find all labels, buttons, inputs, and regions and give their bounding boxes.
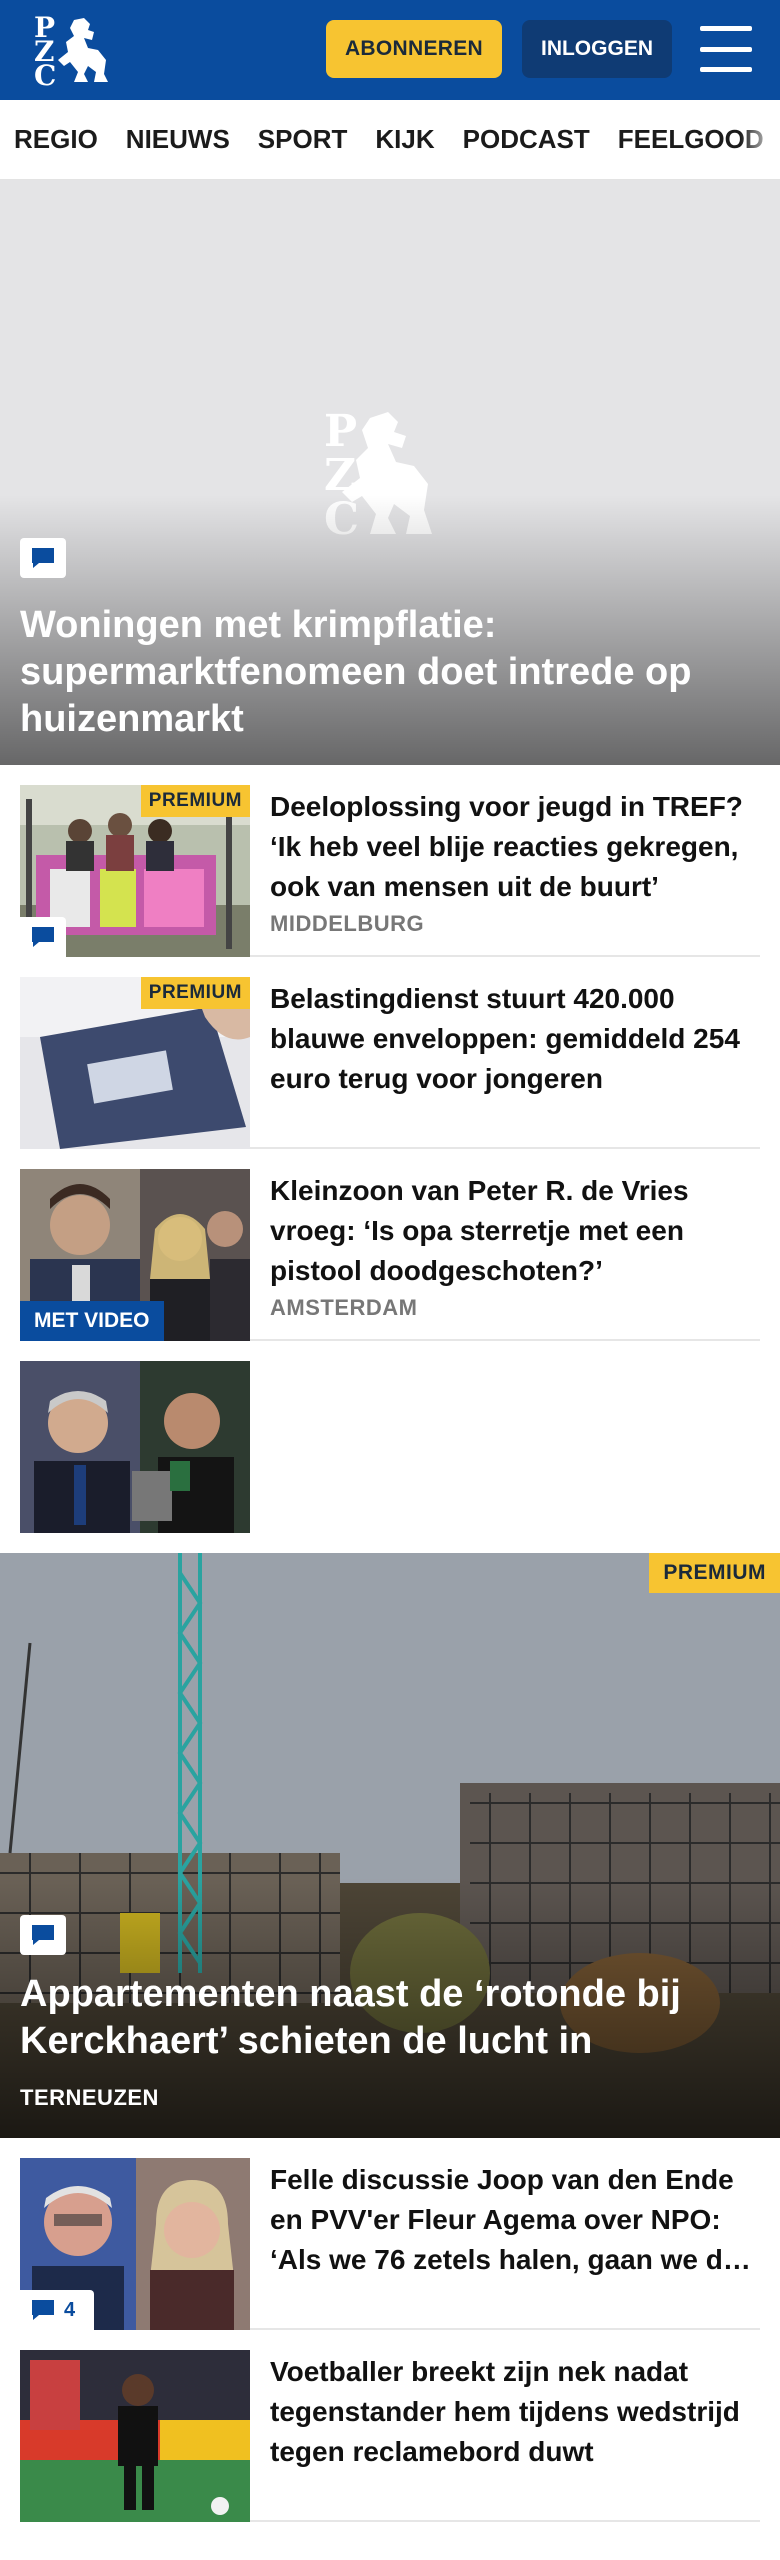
comment-icon xyxy=(32,2300,54,2320)
featured-article[interactable]: PREMIUM Appartementen naast de ‘rotonde … xyxy=(0,1553,780,2138)
hero-headline[interactable]: Woningen met krimpflatie: supermarktfeno… xyxy=(20,602,750,743)
section-nav: REGIO NIEUWS SPORT KIJK PODCAST FEELGOOD xyxy=(0,100,780,180)
article-thumbnail xyxy=(20,1361,250,1533)
article-headline[interactable]: Deeloplossing voor jeugd in TREF? ‘Ik he… xyxy=(270,787,760,907)
nav-item-sport[interactable]: SPORT xyxy=(244,124,362,155)
nav-item-podcast[interactable]: PODCAST xyxy=(449,124,604,155)
subscribe-button[interactable]: ABONNEREN xyxy=(326,20,502,78)
comment-icon xyxy=(32,1925,54,1945)
article-thumbnail: MET VIDEO xyxy=(20,1169,250,1341)
list-item[interactable]: PREMIUM Deeloplossing voor jeugd in TREF… xyxy=(20,765,760,957)
list-item[interactable]: PREMIUM Belastingdienst stuurt 420.000 b… xyxy=(20,957,760,1149)
premium-badge: PREMIUM xyxy=(649,1553,780,1593)
article-headline[interactable]: Belastingdienst stuurt 420.000 blauwe en… xyxy=(270,979,760,1099)
list-item[interactable]: Voetballer breekt zijn nek nadat tegenst… xyxy=(20,2330,760,2522)
comment-badge xyxy=(20,538,66,578)
featured-location-tag: TERNEUZEN xyxy=(20,2085,159,2110)
article-location-tag: AMSTERDAM xyxy=(270,1295,418,1320)
pzc-logo[interactable]: P Z C xyxy=(30,12,112,92)
video-badge: MET VIDEO xyxy=(20,1301,164,1341)
lion-icon xyxy=(58,18,108,82)
hero-article[interactable]: P Z C Woningen met krimpflatie: supermar… xyxy=(0,180,780,765)
article-location-tag: MIDDELBURG xyxy=(270,911,425,936)
list-item[interactable]: 4 Felle discussie Joop van den Ende en P… xyxy=(20,2138,760,2330)
nav-item-nieuws[interactable]: NIEUWS xyxy=(112,124,244,155)
article-headline[interactable]: Voetballer breekt zijn nek nadat tegenst… xyxy=(270,2352,760,2472)
article-thumbnail: 4 xyxy=(20,2158,250,2330)
hamburger-menu-icon[interactable] xyxy=(700,26,752,72)
comment-badge xyxy=(20,1915,66,1955)
comment-badge xyxy=(20,917,66,957)
list-item[interactable]: MET VIDEO Kleinzoon van Peter R. de Vrie… xyxy=(20,1149,760,1341)
nav-item-regio[interactable]: REGIO xyxy=(0,124,112,155)
article-headline[interactable]: Kleinzoon van Peter R. de Vries vroeg: ‘… xyxy=(270,1171,760,1291)
politicians-image xyxy=(20,1361,250,1533)
premium-badge: PREMIUM xyxy=(140,785,250,817)
comment-icon xyxy=(32,548,54,568)
article-thumbnail: PREMIUM xyxy=(20,785,250,957)
premium-badge: PREMIUM xyxy=(140,977,250,1009)
logo-letter-c: C xyxy=(34,59,57,92)
featured-headline[interactable]: Appartementen naast de ‘rotonde bij Kerc… xyxy=(20,1971,760,2065)
article-thumbnail: PREMIUM xyxy=(20,977,250,1149)
comment-count: 4 xyxy=(64,2298,76,2321)
nav-scroll-fade xyxy=(740,100,780,179)
login-button[interactable]: INLOGGEN xyxy=(522,20,672,78)
comment-icon xyxy=(32,927,54,947)
site-header: P Z C ABONNEREN INLOGGEN xyxy=(0,0,780,100)
comment-count-badge: 4 xyxy=(20,2290,94,2330)
article-headline[interactable]: Felle discussie Joop van den Ende en PVV… xyxy=(270,2160,760,2280)
football-player-image xyxy=(20,2350,250,2522)
article-thumbnail xyxy=(20,2350,250,2522)
nav-item-kijk[interactable]: KIJK xyxy=(361,124,448,155)
list-item[interactable] xyxy=(20,1341,760,1533)
